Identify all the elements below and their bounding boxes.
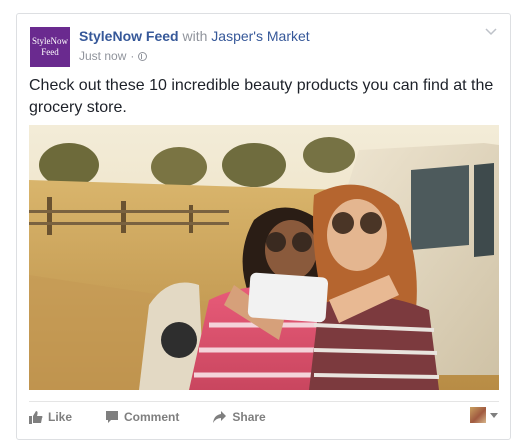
- comment-icon: [106, 411, 119, 423]
- post-text: Check out these 10 incredible beauty pro…: [29, 77, 494, 116]
- timestamp[interactable]: Just now: [79, 49, 126, 63]
- post-options-button[interactable]: [484, 26, 498, 40]
- like-button[interactable]: Like: [29, 410, 72, 424]
- globe-icon[interactable]: [138, 51, 148, 61]
- post-card: StyleNow Feed StyleNow Feed with Jasper'…: [16, 13, 511, 440]
- user-avatar: [470, 407, 486, 423]
- comment-button[interactable]: Comment: [105, 410, 179, 424]
- chevron-down-icon: [485, 28, 497, 36]
- like-label: Like: [48, 410, 73, 424]
- actions-divider: [29, 401, 499, 402]
- meta-separator: ·: [130, 49, 135, 63]
- tagged-page-link[interactable]: Jasper's Market: [211, 28, 309, 44]
- with-text: with: [182, 28, 208, 44]
- post-actions: Like Comment Share: [29, 406, 299, 428]
- page-avatar[interactable]: StyleNow Feed: [30, 27, 70, 67]
- post-meta: Just now ·: [79, 49, 148, 63]
- share-arrow-icon: [213, 411, 227, 423]
- comment-label: Comment: [124, 410, 180, 424]
- share-label: Share: [232, 410, 266, 424]
- avatar-text-line1: StyleNow: [32, 36, 68, 46]
- photo-illustration: [29, 125, 499, 390]
- page-name-link[interactable]: StyleNow Feed: [79, 28, 179, 44]
- post-header: StyleNow Feed with Jasper's Market: [79, 28, 310, 44]
- post-photo[interactable]: [29, 125, 499, 390]
- post-as-selector[interactable]: [470, 407, 498, 423]
- avatar-text-line2: Feed: [41, 47, 59, 57]
- share-button[interactable]: Share: [212, 410, 266, 424]
- thumbs-up-icon: [29, 411, 43, 424]
- caret-down-icon: [490, 412, 498, 418]
